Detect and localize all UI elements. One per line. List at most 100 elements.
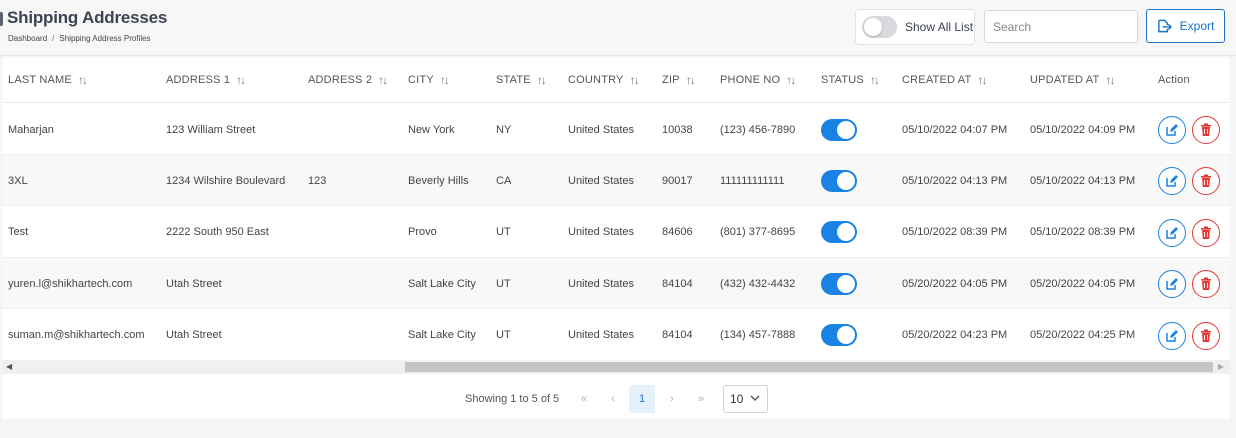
sort-arrows-icon[interactable]: ↑↓ xyxy=(977,73,987,87)
status-toggle[interactable] xyxy=(821,272,857,295)
status-toggle[interactable] xyxy=(821,221,857,244)
show-all-switch[interactable] xyxy=(862,16,897,38)
edit-button[interactable] xyxy=(1158,167,1186,196)
addresses-table-card: LAST NAME ↑↓ ADDRESS 1 ↑↓ ADDRESS 2 ↑↓ CITY… xyxy=(2,57,1230,419)
cell-created-at: 05/20/2022 04:23 PM xyxy=(902,329,1008,342)
status-toggle[interactable] xyxy=(821,324,857,347)
sort-arrows-icon[interactable]: ↑↓ xyxy=(1105,73,1115,87)
showing-count: Showing 1 to 5 of 5 xyxy=(465,393,560,405)
export-button[interactable]: Export xyxy=(1146,9,1225,43)
sort-arrows-icon[interactable]: ↑↓ xyxy=(378,73,388,87)
cell-phone: (432) 432-4432 xyxy=(720,277,796,290)
table-header: LAST NAME ↑↓ ADDRESS 1 ↑↓ ADDRESS 2 ↑↓ CITY… xyxy=(2,57,1230,103)
cell-address1: 123 William Street xyxy=(166,123,256,136)
cell-state: UT xyxy=(496,277,511,290)
sort-arrows-icon[interactable]: ↑↓ xyxy=(786,73,796,87)
cell-created-at: 05/20/2022 04:05 PM xyxy=(902,277,1008,290)
page-size-value: 10 xyxy=(730,392,744,406)
sort-arrows-icon[interactable]: ↑↓ xyxy=(537,73,547,87)
scrollbar-thumb[interactable] xyxy=(405,362,1213,372)
trash-icon xyxy=(1201,277,1211,291)
prev-page-button[interactable]: ‹ xyxy=(600,385,626,413)
trash-icon xyxy=(1201,123,1211,136)
cell-last-name: 3XL xyxy=(8,174,28,187)
trash-icon xyxy=(1201,329,1211,342)
cell-created-at: 05/10/2022 04:07 PM xyxy=(902,123,1008,136)
edit-icon xyxy=(1166,278,1178,290)
horizontal-scrollbar[interactable]: ◀ ▶ xyxy=(2,360,1230,374)
edit-button[interactable] xyxy=(1158,321,1186,350)
title-accent-bar xyxy=(0,12,3,26)
col-header-address1[interactable]: ADDRESS 1 ↑↓ xyxy=(166,57,246,103)
sort-arrows-icon[interactable]: ↑↓ xyxy=(236,73,246,87)
cell-created-at: 05/10/2022 08:39 PM xyxy=(902,226,1008,239)
col-header-country[interactable]: COUNTRY ↑↓ xyxy=(568,57,640,103)
status-toggle[interactable] xyxy=(821,118,857,141)
page-1-button[interactable]: 1 xyxy=(629,385,655,413)
show-all-list-toggle[interactable]: Show All List xyxy=(855,9,975,45)
cell-phone: (134) 457-7888 xyxy=(720,329,796,342)
export-icon xyxy=(1157,19,1172,33)
cell-state: UT xyxy=(496,329,511,342)
delete-button[interactable] xyxy=(1192,167,1220,196)
edit-button[interactable] xyxy=(1158,270,1186,299)
switch-knob xyxy=(837,326,855,345)
first-page-button[interactable]: « xyxy=(571,385,597,413)
chevron-down-icon xyxy=(750,395,760,401)
col-header-zip[interactable]: ZIP ↑↓ xyxy=(662,57,696,103)
cell-updated-at: 05/10/2022 04:13 PM xyxy=(1030,174,1136,187)
cell-zip: 84606 xyxy=(662,226,693,239)
sort-arrows-icon[interactable]: ↑↓ xyxy=(440,73,450,87)
cell-last-name: suman.m@shikhartech.com xyxy=(8,329,145,342)
col-header-last-name[interactable]: LAST NAME ↑↓ xyxy=(8,57,88,103)
col-header-updated-at[interactable]: UPDATED AT ↑↓ xyxy=(1030,57,1115,103)
cell-address1: Utah Street xyxy=(166,329,222,342)
edit-button[interactable] xyxy=(1158,116,1186,144)
col-header-phone[interactable]: PHONE NO ↑↓ xyxy=(720,57,796,103)
col-label: PHONE NO xyxy=(720,74,781,86)
page-size-select[interactable]: 10 xyxy=(723,385,768,413)
status-toggle[interactable] xyxy=(821,169,857,192)
col-header-status[interactable]: STATUS ↑↓ xyxy=(821,57,880,103)
cell-updated-at: 05/10/2022 08:39 PM xyxy=(1030,226,1136,239)
delete-button[interactable] xyxy=(1192,116,1220,144)
scroll-left-arrow-icon[interactable]: ◀ xyxy=(6,362,12,371)
next-page-button[interactable]: › xyxy=(659,385,685,413)
cell-state: NY xyxy=(496,123,512,136)
cell-country: United States xyxy=(568,123,635,136)
sort-arrows-icon[interactable]: ↑↓ xyxy=(870,73,880,87)
cell-state: UT xyxy=(496,226,511,239)
switch-knob xyxy=(837,171,855,190)
sort-arrows-icon[interactable]: ↑↓ xyxy=(630,73,640,87)
switch-knob xyxy=(837,120,855,139)
switch-knob xyxy=(837,223,855,242)
sort-arrows-icon[interactable]: ↑↓ xyxy=(78,73,88,87)
col-header-city[interactable]: CITY ↑↓ xyxy=(408,57,450,103)
search-input[interactable] xyxy=(984,10,1138,43)
col-header-address2[interactable]: ADDRESS 2 ↑↓ xyxy=(308,57,388,103)
table-row: Test 2222 South 950 East Provo UT United Sta… xyxy=(2,207,1230,258)
sort-arrows-icon[interactable]: ↑↓ xyxy=(686,73,696,87)
scroll-right-arrow-icon[interactable]: ▶ xyxy=(1218,362,1224,371)
export-label: Export xyxy=(1179,19,1215,33)
col-label: UPDATED AT xyxy=(1030,74,1100,86)
last-page-button[interactable]: » xyxy=(688,385,714,413)
delete-button[interactable] xyxy=(1192,218,1220,247)
delete-button[interactable] xyxy=(1192,321,1220,350)
cell-city: Provo xyxy=(408,226,437,239)
cell-status xyxy=(821,155,857,206)
cell-zip: 90017 xyxy=(662,174,693,187)
cell-updated-at: 05/10/2022 04:09 PM xyxy=(1030,123,1136,136)
col-header-state[interactable]: STATE ↑↓ xyxy=(496,57,547,103)
col-label: CREATED AT xyxy=(902,74,972,86)
col-header-created-at[interactable]: CREATED AT ↑↓ xyxy=(902,57,987,103)
edit-button[interactable] xyxy=(1158,218,1186,247)
cell-address1: Utah Street xyxy=(166,277,222,290)
cell-status xyxy=(821,310,857,361)
breadcrumb-dashboard[interactable]: Dashboard xyxy=(8,34,47,43)
switch-knob xyxy=(864,18,882,36)
edit-icon xyxy=(1166,226,1178,239)
cell-status xyxy=(821,258,857,309)
delete-button[interactable] xyxy=(1192,270,1220,299)
cell-country: United States xyxy=(568,226,635,239)
